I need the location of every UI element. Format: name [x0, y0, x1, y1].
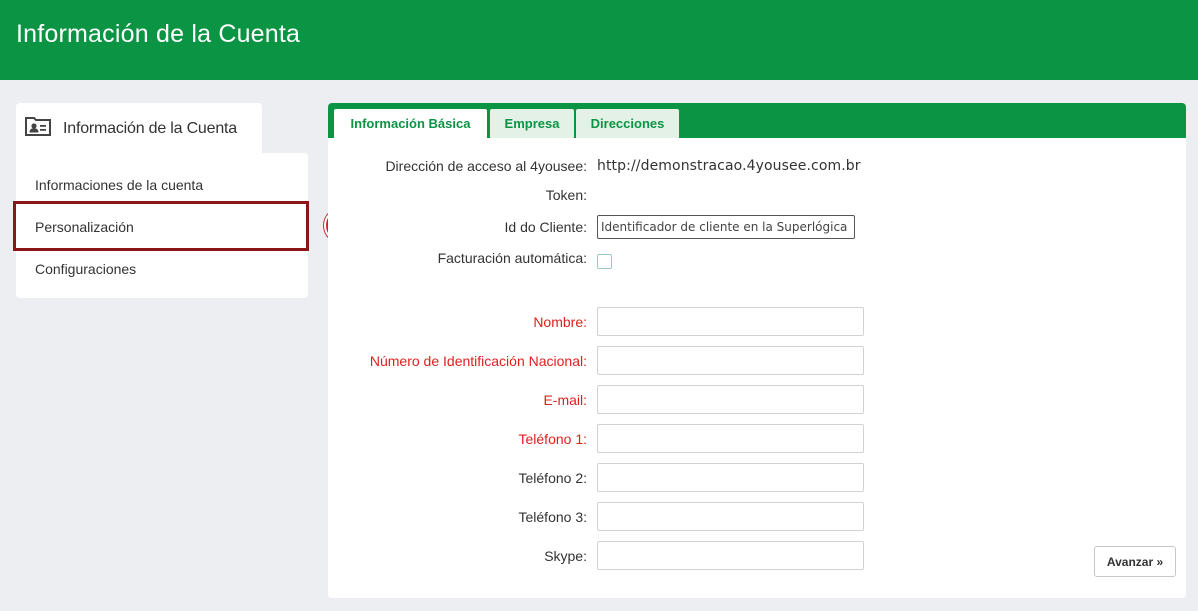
top-header-bar: Información de la Cuenta [0, 0, 1198, 80]
access-url-value: http://demonstracao.4yousee.com.br [597, 158, 861, 174]
tab-bar: Información Básica Empresa Direcciones [328, 103, 1186, 138]
access-url-label: Dirección de acceso al 4yousee: [385, 158, 587, 174]
national-id-input[interactable] [597, 346, 864, 375]
sidebar-header-label: Información de la Cuenta [63, 120, 237, 137]
sidebar-header-tab[interactable]: Información de la Cuenta [16, 103, 262, 154]
auto-billing-label: Facturación automática: [437, 250, 587, 266]
tab-company[interactable]: Empresa [490, 109, 574, 138]
phone3-input[interactable] [597, 502, 864, 531]
phone1-input[interactable] [597, 424, 864, 453]
name-input[interactable] [597, 307, 864, 336]
email-label: E-mail: [543, 392, 587, 408]
page-title: Información de la Cuenta [16, 20, 301, 48]
client-id-input[interactable] [597, 215, 855, 239]
sidebar-item-account-info[interactable]: Informaciones de la cuenta [35, 177, 203, 193]
auto-billing-checkbox[interactable] [597, 254, 612, 269]
phone1-label: Teléfono 1: [518, 431, 588, 447]
sidebar-item-configurations[interactable]: Configuraciones [35, 261, 136, 277]
tab-basic-info[interactable]: Información Básica [334, 109, 487, 138]
tab-addresses[interactable]: Direcciones [576, 109, 679, 138]
skype-input[interactable] [597, 541, 864, 570]
email-input[interactable] [597, 385, 864, 414]
national-id-label: Número de Identificación Nacional: [369, 353, 587, 369]
next-button[interactable]: Avanzar » [1094, 546, 1176, 577]
phone3-label: Teléfono 3: [518, 509, 588, 525]
phone2-label: Teléfono 2: [518, 470, 588, 486]
token-label: Token: [545, 187, 587, 203]
highlight-annotation-box [13, 201, 309, 251]
client-id-label: Id do Cliente: [504, 219, 588, 235]
name-label: Nombre: [533, 314, 587, 330]
phone2-input[interactable] [597, 463, 864, 492]
skype-label: Skype: [544, 548, 587, 564]
account-info-panel: Información Básica Empresa Direcciones D… [328, 103, 1186, 598]
folder-user-icon [25, 117, 51, 136]
